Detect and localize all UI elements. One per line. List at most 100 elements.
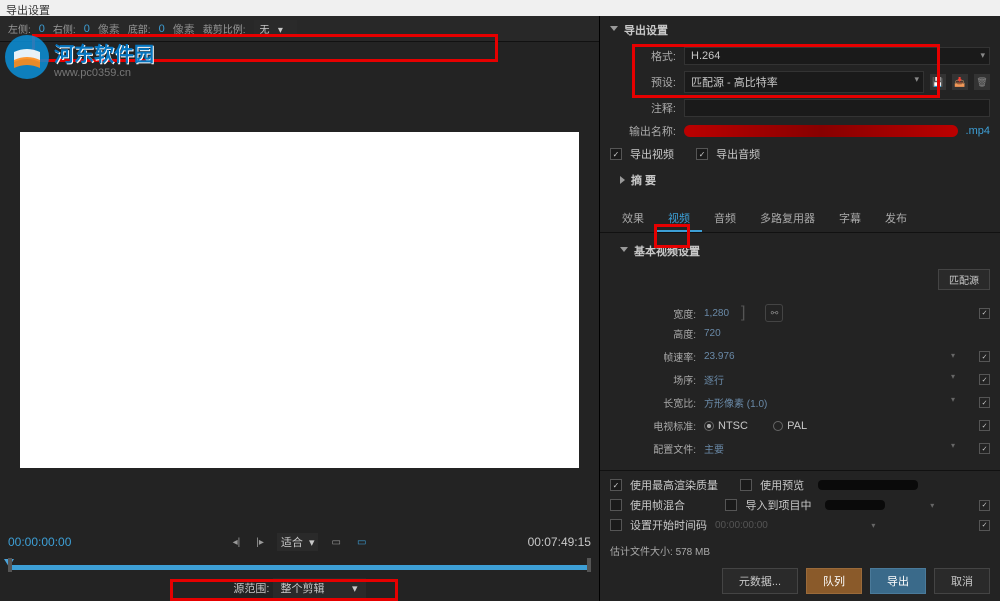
- import-project-label: 导入到项目中: [745, 497, 811, 513]
- format-label: 格式:: [610, 48, 676, 64]
- cancel-button[interactable]: 取消: [934, 568, 990, 594]
- output-name-redacted[interactable]: [684, 125, 958, 137]
- tab-subtitles[interactable]: 字幕: [827, 206, 873, 232]
- crop-unit-2: 像素: [173, 21, 195, 37]
- output-extension: .mp4: [966, 125, 990, 137]
- source-monitor-button[interactable]: ▭: [354, 537, 369, 548]
- field-order-label: 场序:: [610, 372, 696, 387]
- export-settings-header[interactable]: 导出设置: [600, 16, 1000, 44]
- tab-effects[interactable]: 效果: [610, 206, 656, 232]
- width-match-check[interactable]: ✓: [979, 308, 990, 319]
- left-preview-panel: 河东软件园 www.pc0359.cn 左侧: 0 右侧: 0 像素 底部: 0…: [0, 16, 600, 601]
- aspect-correction-button[interactable]: ▭: [328, 537, 343, 548]
- preset-row: 预设: 匹配源 - 高比特率 💾 📥 🗑: [600, 68, 1000, 96]
- comment-input[interactable]: [684, 99, 990, 117]
- crop-left-value[interactable]: 0: [39, 23, 45, 35]
- use-preview-checkbox[interactable]: [740, 479, 752, 491]
- comment-label: 注释:: [610, 100, 676, 116]
- import-project-checkbox[interactable]: [725, 499, 737, 511]
- zoom-fit-select[interactable]: 适合 ▾: [277, 533, 319, 551]
- format-row: 格式: H.264: [600, 44, 1000, 68]
- window-title: 导出设置: [0, 0, 1000, 16]
- max-quality-checkbox[interactable]: ✓: [610, 479, 622, 491]
- total-duration: 00:07:49:15: [528, 535, 591, 549]
- video-settings-header[interactable]: 基本视频设置: [600, 237, 1000, 265]
- tab-audio[interactable]: 音频: [702, 206, 748, 232]
- preset-dropdown[interactable]: 匹配源 - 高比特率: [684, 71, 924, 93]
- aspect-row: 长宽比: 方形像素 (1.0) ✓: [610, 391, 990, 414]
- redaction-mark: [818, 480, 918, 490]
- export-button[interactable]: 导出: [870, 568, 926, 594]
- height-value[interactable]: 720: [704, 328, 721, 339]
- width-value[interactable]: 1,280: [704, 308, 729, 319]
- source-range-row: 源范围: 整个剪辑 ▾: [0, 577, 599, 599]
- tv-pal-radio[interactable]: PAL: [773, 420, 807, 432]
- delete-preset-icon[interactable]: 🗑: [974, 74, 990, 90]
- fps-row: 帧速率: 23.976 ✓: [610, 345, 990, 368]
- format-dropdown[interactable]: H.264: [684, 47, 990, 65]
- start-tc-checkbox[interactable]: [610, 519, 622, 531]
- crop-right-value[interactable]: 0: [84, 23, 90, 35]
- start-tc-value[interactable]: 00:00:00:00: [715, 520, 768, 531]
- order-match-check[interactable]: ✓: [979, 374, 990, 385]
- profile-dropdown[interactable]: 主要: [704, 441, 971, 456]
- crop-bottom-label: 底部:: [128, 21, 151, 36]
- video-settings-body: 宽度: 1,280 ] ⚯ ✓ 高度: 720 帧速率: 23.976 ✓ 场序…: [600, 296, 1000, 464]
- timeline-bar[interactable]: [8, 561, 591, 575]
- import-check[interactable]: ✓: [979, 500, 990, 511]
- in-point-handle[interactable]: [8, 558, 12, 572]
- fps-dropdown[interactable]: 23.976: [704, 351, 971, 362]
- tv-match-check[interactable]: ✓: [979, 420, 990, 431]
- source-range-select[interactable]: 整个剪辑 ▾: [273, 578, 366, 598]
- video-settings-title: 基本视频设置: [634, 243, 700, 259]
- preview-canvas: [20, 132, 579, 468]
- tv-standard-row: 电视标准: NTSC PAL ✓: [610, 414, 990, 437]
- export-audio-label: 导出音频: [716, 146, 760, 162]
- width-label: 宽度:: [610, 306, 696, 321]
- export-audio-checkbox[interactable]: ✓: [696, 148, 708, 160]
- out-point-handle[interactable]: [587, 558, 591, 572]
- crop-bottom-value[interactable]: 0: [159, 23, 165, 35]
- comment-row: 注释:: [600, 96, 1000, 120]
- starttc-check[interactable]: ✓: [979, 520, 990, 531]
- fps-match-check[interactable]: ✓: [979, 351, 990, 362]
- save-preset-icon[interactable]: 💾: [930, 74, 946, 90]
- timeline-track[interactable]: [8, 565, 591, 570]
- est-size-value: 578 MB: [676, 547, 710, 558]
- est-size-label: 估计文件大小:: [610, 547, 673, 558]
- metadata-button[interactable]: 元数据...: [722, 568, 798, 594]
- match-source-button[interactable]: 匹配源: [938, 269, 990, 290]
- watermark-logo: [4, 34, 50, 83]
- profile-match-check[interactable]: ✓: [979, 443, 990, 454]
- crop-ratio-select[interactable]: 无 ▾: [254, 20, 297, 37]
- site-logo-icon: [4, 34, 50, 80]
- prev-frame-button[interactable]: ◂|: [230, 537, 244, 548]
- tab-video[interactable]: 视频: [656, 206, 702, 232]
- action-bar: 元数据... 队列 导出 取消: [600, 562, 1000, 600]
- right-settings-panel: 导出设置 格式: H.264 预设: 匹配源 - 高比特率 💾 📥 🗑 注释: …: [600, 16, 1000, 601]
- use-preview-label: 使用预览: [760, 477, 804, 493]
- field-order-dropdown[interactable]: 逐行: [704, 372, 971, 387]
- summary-header[interactable]: 摘 要: [600, 166, 1000, 194]
- import-preset-icon[interactable]: 📥: [952, 74, 968, 90]
- tv-ntsc-radio[interactable]: NTSC: [704, 420, 748, 432]
- tab-publish[interactable]: 发布: [873, 206, 919, 232]
- crop-right-label: 右侧:: [53, 21, 76, 36]
- link-dimensions-icon[interactable]: ⚯: [765, 304, 783, 322]
- disclosure-icon: [610, 26, 618, 35]
- main-container: 河东软件园 www.pc0359.cn 左侧: 0 右侧: 0 像素 底部: 0…: [0, 16, 1000, 601]
- output-name-row: 输出名称: .mp4: [600, 120, 1000, 142]
- tv-label: 电视标准:: [610, 418, 696, 433]
- next-frame-button[interactable]: |▸: [253, 537, 267, 548]
- aspect-label: 长宽比:: [610, 395, 696, 410]
- queue-button[interactable]: 队列: [806, 568, 862, 594]
- aspect-dropdown[interactable]: 方形像素 (1.0): [704, 395, 971, 410]
- frame-blend-checkbox[interactable]: [610, 499, 622, 511]
- current-timecode[interactable]: 00:00:00:00: [8, 535, 71, 549]
- max-quality-label: 使用最高渲染质量: [630, 477, 718, 493]
- fps-label: 帧速率:: [610, 349, 696, 364]
- export-video-checkbox[interactable]: ✓: [610, 148, 622, 160]
- disclosure-icon: [620, 176, 625, 184]
- aspect-match-check[interactable]: ✓: [979, 397, 990, 408]
- tab-multiplexer[interactable]: 多路复用器: [748, 206, 827, 232]
